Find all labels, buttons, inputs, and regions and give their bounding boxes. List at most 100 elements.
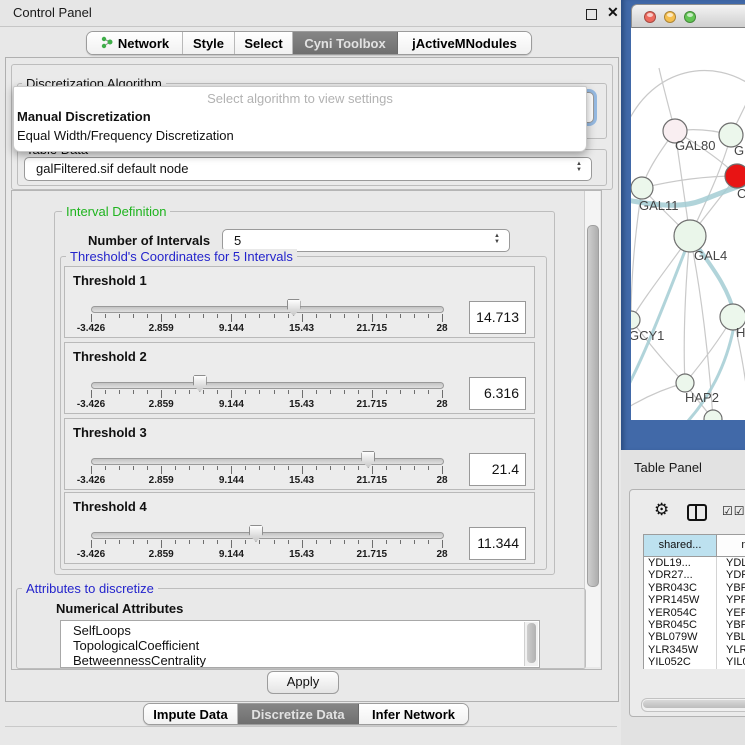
list-item-betweennesscentrality[interactable]: BetweennessCentrality [73,653,206,668]
columns-icon[interactable] [687,504,707,521]
tick-label: 2.859 [149,323,174,334]
network-node-label[interactable]: G [734,143,744,158]
combo-arrows-icon[interactable]: ▲▼ [576,161,582,173]
table-row[interactable]: YER054CYER0 [644,607,745,619]
table-row[interactable]: YPR145WYPR1 [644,594,745,606]
spinner-arrows-icon[interactable]: ▲▼ [494,233,500,245]
tab-jactivemnodules[interactable]: jActiveMNodules [398,32,531,54]
numerical-attributes-list[interactable]: SelfLoopsTopologicalCoefficientBetweenne… [60,620,540,668]
close-icon[interactable]: ✕ [607,4,619,21]
thresholds-group-label: Threshold's Coordinates for 5 Intervals [66,249,297,264]
tick-label: 2.859 [149,549,174,560]
network-node-label[interactable]: C [737,186,745,201]
list-item-topologicalcoefficient[interactable]: TopologicalCoefficient [73,638,199,653]
tab-select[interactable]: Select [235,32,293,54]
algorithm-option-equal-width-frequency-discretization[interactable]: Equal Width/Frequency Discretization [17,128,234,143]
tick-mark [428,540,429,544]
tick-mark [189,540,190,544]
tick-mark [91,314,92,322]
tick-label: 21.715 [357,549,388,560]
tick-mark [119,540,120,544]
tab-cyni-toolbox[interactable]: Cyni Toolbox [293,32,398,54]
tick-mark [147,540,148,544]
table-row[interactable]: YBR043CYBR0 [644,582,745,594]
table-row[interactable]: YBR045CYBR0 [644,619,745,631]
tick-mark [400,540,401,544]
cell-name: YBR0 [718,619,745,631]
numerical-attributes-label: Numerical Attributes [56,601,183,616]
threshold-value-field[interactable]: 14.713 [469,301,526,334]
network-node-c[interactable] [725,164,745,188]
tab-label: Select [244,36,282,51]
horizontal-scrollbar-thumb[interactable] [643,700,745,708]
network-edge [684,236,690,383]
control-panel-titlebar: Control Panel [0,0,621,27]
network-node-label[interactable]: GAL11 [639,198,679,213]
threshold-value-field[interactable]: 11.344 [469,527,526,560]
float-window-icon[interactable] [586,9,597,20]
table-row[interactable]: YIL052CYIL0 [644,656,745,668]
network-node-label[interactable]: HAP2 [685,390,719,405]
gear-icon[interactable]: ⚙ [654,501,669,518]
scrollbar-thumb[interactable] [587,225,599,587]
table-row[interactable]: YDL19...YDL1 [644,557,745,569]
zoom-traffic-light-icon[interactable] [684,11,696,23]
list-scrollbar[interactable] [524,622,538,666]
tick-label: -3.426 [77,323,105,334]
tick-mark [428,466,429,470]
vertical-scrollbar[interactable] [584,191,600,667]
tick-mark [316,314,317,318]
list-scrollbar-thumb[interactable] [527,623,536,663]
tick-mark [105,390,106,394]
close-traffic-light-icon[interactable] [644,11,656,23]
network-node-label[interactable]: GAL4 [694,248,727,263]
table-row[interactable]: YDR27...YDR2 [644,569,745,581]
horizontal-scrollbar[interactable] [641,698,745,712]
minimize-traffic-light-icon[interactable] [664,11,676,23]
tab-impute-data[interactable]: Impute Data [144,704,238,724]
cell-shared-name: YBL079W [644,631,718,643]
tick-mark [344,314,345,318]
table-row[interactable]: YBL079WYBL0 [644,631,745,643]
threshold-slider-track[interactable] [91,532,444,539]
threshold-slider-track[interactable] [91,382,444,389]
threshold-value-field[interactable]: 6.316 [469,377,526,410]
tick-mark [274,540,275,544]
tick-mark [316,540,317,544]
threshold-panel-3: Threshold 3-3.4262.8599.14415.4321.71528… [64,418,535,490]
network-node-label[interactable]: H [736,325,745,340]
tab-discretize-data[interactable]: Discretize Data [238,704,359,724]
tick-mark [133,314,134,318]
tab-style[interactable]: Style [183,32,235,54]
tick-mark [245,540,246,544]
table-data-combobox[interactable]: galFiltered.sif default node ▲▼ [24,157,592,181]
threshold-slider-track[interactable] [91,458,444,465]
apply-button[interactable]: Apply [267,671,339,694]
tab-network[interactable]: Network [87,32,183,54]
tick-mark [274,390,275,394]
table-panel-box: ⚙ ☑☑ shared... n... YDL19...YDL1YDR27...… [629,489,745,717]
list-item-selfloops[interactable]: SelfLoops [73,623,131,638]
tick-mark [358,390,359,394]
network-node-label[interactable]: GCY1 [631,328,664,343]
table-row[interactable]: YLR345WYLR3 [644,644,745,656]
column-header-name[interactable]: n... [716,534,745,557]
threshold-slider-track[interactable] [91,306,444,313]
checkbox-icons[interactable]: ☑☑ [722,504,745,518]
threshold-value-field[interactable]: 21.4 [469,453,526,486]
network-node-label[interactable]: GAL80 [675,138,715,153]
tick-mark [414,390,415,394]
network-window-titlebar[interactable] [631,4,745,28]
threshold-label: Threshold 2 [73,349,147,364]
slider-ticks [91,314,443,322]
tick-mark [259,540,260,544]
tab-infer-network[interactable]: Infer Network [359,704,468,724]
network-node-gal11[interactable] [631,177,653,199]
cell-name: YDL1 [718,557,745,569]
network-node-gcy1[interactable] [631,311,640,329]
tick-mark [119,314,120,318]
table-data-value: galFiltered.sif default node [36,161,188,176]
column-header-shared-name[interactable]: shared... [643,534,717,557]
algorithm-option-manual-discretization[interactable]: Manual Discretization [17,109,151,124]
network-canvas[interactable]: GAL80 G C GAL11 GAL4 GCY1 H HAP2 [631,28,745,420]
